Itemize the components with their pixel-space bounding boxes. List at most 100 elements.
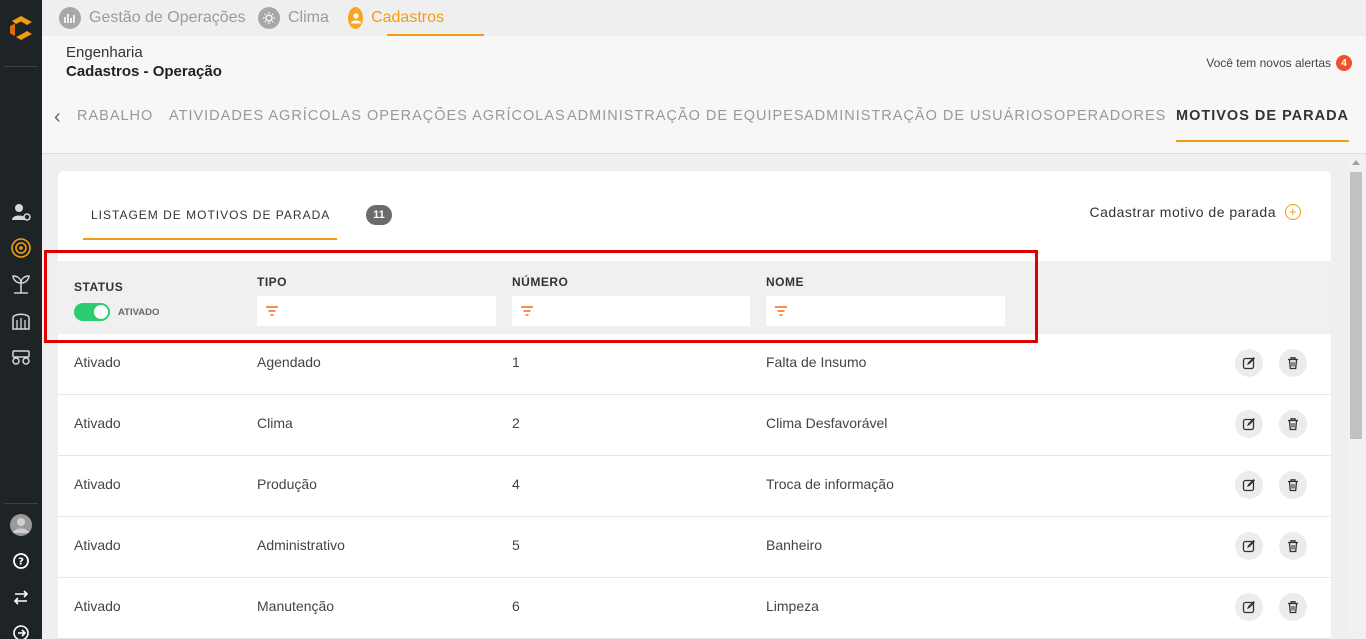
table-row: Ativado Agendado 1 Falta de Insumo — [58, 334, 1331, 395]
cell-tipo: Administrativo — [257, 537, 345, 553]
edit-icon[interactable] — [1235, 349, 1263, 377]
cell-tipo: Agendado — [257, 354, 321, 370]
status-toggle[interactable] — [74, 303, 110, 321]
cell-nome: Limpeza — [766, 598, 819, 614]
edit-icon[interactable] — [1235, 471, 1263, 499]
filter-icon — [521, 306, 533, 316]
cell-status: Ativado — [74, 415, 121, 431]
tipo-filter-input[interactable] — [257, 296, 496, 326]
cell-status: Ativado — [74, 354, 121, 370]
filter-icon — [266, 306, 278, 316]
page-title: Cadastros - Operação — [66, 63, 222, 80]
module-tabs: Gestão de Operações Clima Cadastros — [42, 0, 1366, 36]
edit-icon[interactable] — [1235, 593, 1263, 621]
cell-nome: Falta de Insumo — [766, 354, 867, 370]
active-tab-underline — [83, 238, 337, 240]
rail-divider — [4, 66, 38, 67]
sun-icon — [258, 7, 280, 29]
nome-filter-input[interactable] — [766, 296, 1005, 326]
chevron-left-icon[interactable]: ‹ — [54, 106, 61, 129]
avatar[interactable] — [9, 513, 33, 537]
table-row: Ativado Manutenção 6 Limpeza — [58, 578, 1331, 639]
add-motivo-label: Cadastrar motivo de parada — [1089, 204, 1276, 220]
alerts-notice[interactable]: Você tem novos alertas 4 — [1206, 55, 1352, 71]
add-motivo-button[interactable]: Cadastrar motivo de parada + — [1089, 204, 1301, 220]
module-tab-clima[interactable]: Clima — [258, 0, 329, 36]
cell-numero: 6 — [512, 598, 520, 614]
module-tab-label: Clima — [288, 9, 329, 26]
trash-icon[interactable] — [1279, 471, 1307, 499]
list-card: LISTAGEM DE MOTIVOS DE PARADA 11 Cadastr… — [58, 171, 1331, 639]
page-header: Engenharia Cadastros - Operação Você tem… — [42, 36, 1366, 154]
subtab-trabalho[interactable]: RABALHO — [77, 108, 153, 124]
page-scrollbar[interactable] — [1347, 156, 1366, 639]
cell-tipo: Manutenção — [257, 598, 335, 614]
cell-nome: Clima Desfavorável — [766, 415, 888, 431]
cell-numero: 5 — [512, 537, 520, 553]
table-row: Ativado Administrativo 5 Banheiro — [58, 517, 1331, 578]
column-header-numero: NÚMERO — [512, 275, 569, 289]
scroll-up-icon[interactable] — [1352, 160, 1360, 165]
trash-icon[interactable] — [1279, 410, 1307, 438]
filter-header-row: STATUS ATIVADO TIPO NÚMERO NOME — [58, 261, 1331, 334]
edit-icon[interactable] — [1235, 410, 1263, 438]
cell-status: Ativado — [74, 537, 121, 553]
cell-status: Ativado — [74, 476, 121, 492]
module-tab-label: Cadastros — [371, 9, 444, 26]
column-header-status: STATUS — [74, 280, 124, 294]
subtab-operadores[interactable]: OPERADORES — [1054, 108, 1166, 124]
subtab-administracao-equipes[interactable]: ADMINISTRAÇÃO DE EQUIPES — [567, 108, 805, 124]
filter-icon — [775, 306, 787, 316]
trash-icon[interactable] — [1279, 593, 1307, 621]
cell-numero: 2 — [512, 415, 520, 431]
trash-icon[interactable] — [1279, 349, 1307, 377]
user-icon — [348, 7, 364, 29]
rail-divider — [4, 503, 38, 504]
tab-listagem-label: LISTAGEM DE MOTIVOS DE PARADA — [91, 208, 331, 222]
module-tab-gestao[interactable]: Gestão de Operações — [59, 0, 246, 36]
module-tab-cadastros[interactable]: Cadastros — [348, 0, 484, 36]
swap-icon[interactable] — [9, 585, 33, 609]
cell-tipo: Clima — [257, 415, 293, 431]
column-header-tipo: TIPO — [257, 275, 288, 289]
target-icon[interactable] — [9, 236, 33, 260]
subtab-label: MOTIVOS DE PARADA — [1176, 108, 1350, 124]
cell-status: Ativado — [74, 598, 121, 614]
column-header-nome: NOME — [766, 275, 804, 289]
subtab-atividades-agricolas[interactable]: ATIVIDADES AGRÍCOLAS — [169, 108, 362, 124]
cell-tipo: Produção — [257, 476, 317, 492]
module-tab-label: Gestão de Operações — [89, 9, 246, 26]
cell-numero: 1 — [512, 354, 520, 370]
active-subtab-underline — [1176, 140, 1350, 142]
count-badge: 11 — [366, 205, 392, 225]
subnav-tabs: ‹ RABALHO ATIVIDADES AGRÍCOLAS OPERAÇÕES… — [42, 96, 1366, 154]
svg-text:?: ? — [18, 557, 24, 568]
logout-icon[interactable] — [9, 621, 33, 639]
table-row: Ativado Produção 4 Troca de informação — [58, 456, 1331, 517]
trash-icon[interactable] — [1279, 532, 1307, 560]
plant-icon[interactable] — [9, 272, 33, 296]
scrollbar-thumb[interactable] — [1350, 172, 1362, 439]
tab-listagem[interactable]: LISTAGEM DE MOTIVOS DE PARADA — [83, 171, 337, 241]
status-toggle-label: ATIVADO — [118, 307, 160, 318]
help-icon[interactable]: ? — [9, 549, 33, 573]
subtab-motivos-de-parada[interactable]: MOTIVOS DE PARADA — [1176, 108, 1350, 142]
edit-icon[interactable] — [1235, 532, 1263, 560]
company-logo[interactable] — [6, 13, 36, 47]
silo-icon[interactable] — [9, 308, 33, 332]
user-settings-icon[interactable] — [9, 200, 33, 224]
left-sidebar: ? — [0, 0, 42, 639]
operations-icon — [59, 7, 81, 29]
table-row: Ativado Clima 2 Clima Desfavorável — [58, 395, 1331, 456]
subtab-administracao-usuarios[interactable]: ADMINISTRAÇÃO DE USUÁRIOS — [804, 108, 1054, 124]
tractor-icon[interactable] — [9, 344, 33, 368]
cell-nome: Banheiro — [766, 537, 823, 553]
breadcrumb-section[interactable]: Engenharia — [66, 44, 143, 61]
cell-nome: Troca de informação — [766, 476, 894, 492]
toggle-knob — [94, 305, 108, 319]
plus-circle-icon: + — [1285, 204, 1301, 220]
alerts-count-badge: 4 — [1336, 55, 1352, 71]
subtab-operacoes-agricolas[interactable]: OPERAÇÕES AGRÍCOLAS — [367, 108, 566, 124]
cell-numero: 4 — [512, 476, 520, 492]
numero-filter-input[interactable] — [512, 296, 750, 326]
